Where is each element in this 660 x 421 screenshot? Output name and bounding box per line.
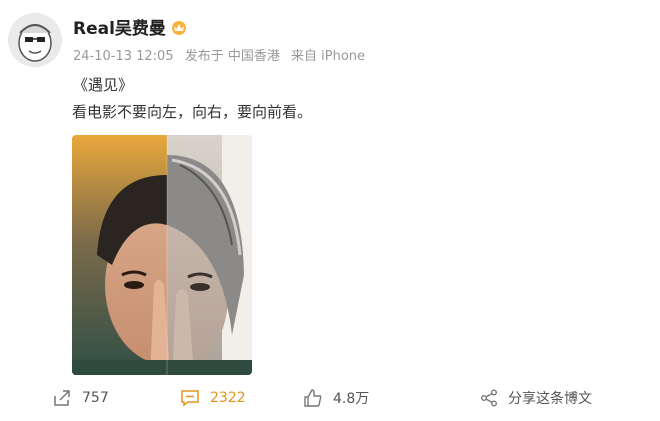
share-icon	[481, 389, 497, 407]
post-meta: 24-10-13 12:05 发布于 中国香港 来自 iPhone	[73, 45, 372, 64]
avatar[interactable]	[8, 13, 62, 67]
post-location: 发布于 中国香港	[184, 49, 280, 64]
post-body: 看电影不要向左，向右，要向前看。	[72, 103, 313, 121]
thumbs-up-icon	[304, 389, 322, 407]
comment-icon	[181, 390, 199, 407]
comment-button[interactable]: 2322	[180, 384, 246, 412]
username-row: Real吴费曼	[73, 14, 188, 39]
vip-crown-icon	[171, 20, 186, 35]
repost-icon	[54, 390, 70, 406]
username[interactable]: Real吴费曼	[73, 14, 166, 39]
post-photo[interactable]	[72, 135, 252, 375]
comment-count: 2322	[210, 390, 246, 406]
repost-button[interactable]: 757	[52, 384, 109, 412]
post-title: 《遇见》	[73, 76, 134, 94]
like-button[interactable]: 4.8万	[303, 384, 369, 412]
post-timestamp[interactable]: 24-10-13 12:05	[73, 49, 174, 64]
cartoon-avatar-icon	[8, 13, 62, 67]
repost-count: 757	[82, 390, 109, 406]
share-label: 分享这条博文	[508, 391, 592, 407]
post-source: 来自 iPhone	[291, 49, 366, 64]
action-bar: 757 2322 4.8万 分享这条博文	[0, 384, 660, 412]
photo-image	[72, 135, 252, 375]
share-button[interactable]: 分享这条博文	[480, 384, 592, 412]
like-count: 4.8万	[333, 391, 370, 407]
